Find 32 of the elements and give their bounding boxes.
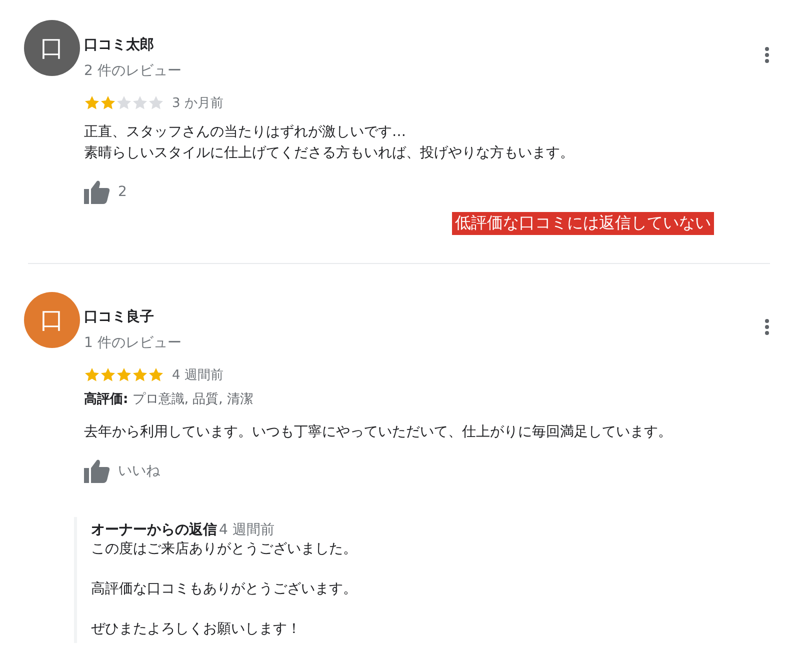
star-icon	[132, 95, 148, 111]
reply-text: 高評価な口コミもありがとうございます。	[91, 580, 358, 599]
star-icon	[148, 95, 164, 111]
reviewer-name[interactable]: 口コミ太郎	[84, 36, 154, 54]
star-icon	[84, 367, 100, 383]
star-icon	[100, 95, 116, 111]
review-count: 1 件のレビュー	[84, 334, 182, 352]
annotation-label: 低評価な口コミには返信していない	[452, 212, 714, 235]
review-time: 3 か月前	[172, 95, 224, 112]
thumbs-up-icon[interactable]	[84, 180, 110, 204]
reply-text: ぜひまたよろしくお願いします！	[91, 620, 302, 639]
review-count: 2 件のレビュー	[84, 62, 182, 80]
highlights-text: 高評価: プロ意識, 品質, 清潔	[84, 390, 254, 408]
star-icon	[100, 367, 116, 383]
more-options-icon[interactable]	[764, 318, 770, 336]
review-time: 4 週間前	[172, 367, 224, 384]
reply-text: この度はご来店ありがとうございました。	[91, 540, 358, 559]
like-count: 2	[118, 184, 127, 200]
avatar[interactable]: 口	[24, 20, 80, 76]
more-options-icon[interactable]	[764, 46, 770, 64]
reply-time: 4 週間前	[219, 522, 274, 538]
reviewer-name[interactable]: 口コミ良子	[84, 308, 154, 326]
star-icon	[132, 367, 148, 383]
star-icon	[116, 95, 132, 111]
thumbs-up-icon[interactable]	[84, 459, 110, 483]
reply-title: オーナーからの返信	[91, 522, 217, 538]
like-count: いいね	[118, 462, 160, 480]
star-icon	[148, 367, 164, 383]
star-icon	[116, 367, 132, 383]
review-text: 去年から利用しています。いつも丁寧にやっていただいて、仕上がりに毎回満足しています。	[84, 423, 673, 442]
review-text: 正直、スタッフさんの当たりはずれが激しいです… 素晴らしいスタイルに仕上げてくださる方もいれば、投げやりな方もいます。	[84, 123, 575, 163]
star-icon	[84, 95, 100, 111]
